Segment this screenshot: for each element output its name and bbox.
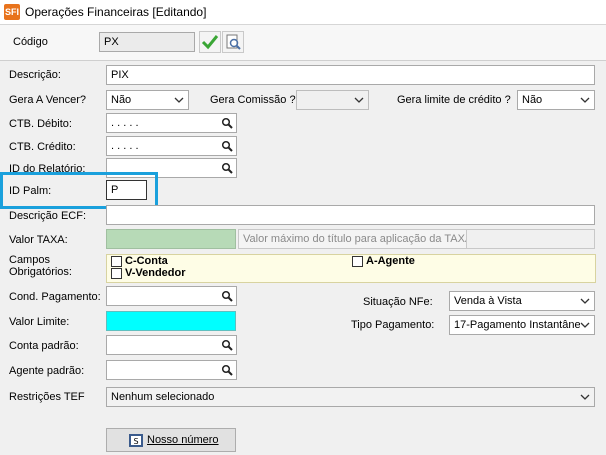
tipo-pagamento-select[interactable]: 17-Pagamento Instantâne	[449, 315, 595, 335]
ctb-debito-label: CTB. Débito:	[9, 118, 72, 130]
situacao-nfe-select[interactable]: Venda à Vista	[449, 291, 595, 311]
nosso-numero-button[interactable]: S Nosso número	[106, 428, 236, 452]
search-icon[interactable]	[221, 162, 233, 174]
barcode-icon: S	[129, 434, 143, 447]
codigo-input[interactable]: PX	[99, 32, 195, 52]
chevron-down-icon	[580, 97, 590, 103]
restricoes-tef-value: Nenhum selecionado	[111, 391, 215, 403]
tipo-pagamento-label: Tipo Pagamento:	[351, 319, 435, 331]
conta-padrao-input[interactable]	[106, 335, 237, 355]
checkbox-v-vendedor[interactable]	[111, 268, 122, 279]
gera-limite-value: Não	[522, 94, 543, 106]
search-icon[interactable]	[221, 364, 233, 376]
campos-obrigatorios-label-1: Campos	[9, 254, 50, 266]
agente-padrao-input[interactable]	[106, 360, 237, 380]
gera-comissao-label: Gera Comissão ?	[210, 94, 296, 106]
chevron-down-icon	[354, 97, 364, 103]
id-palm-label: ID Palm:	[9, 185, 52, 197]
valor-taxa-label: Valor TAXA:	[9, 234, 68, 246]
checkbox-c-conta-label: C-Conta	[125, 255, 168, 267]
ctb-debito-input[interactable]: . . . . .	[106, 113, 237, 133]
search-icon[interactable]	[221, 290, 233, 302]
nosso-numero-label: Nosso número	[147, 434, 219, 446]
valor-taxa-input[interactable]	[106, 229, 236, 249]
checkmark-icon	[201, 35, 219, 50]
search-document-button[interactable]	[222, 31, 244, 53]
checkbox-a-agente[interactable]	[352, 256, 363, 267]
gera-limite-select[interactable]: Não	[517, 90, 595, 110]
ctb-debito-value: . . . . .	[111, 117, 139, 129]
valor-maximo-input[interactable]	[466, 229, 595, 249]
cond-pagamento-label: Cond. Pagamento:	[9, 291, 101, 303]
document-search-icon	[226, 34, 241, 50]
svg-text:S: S	[133, 437, 138, 446]
gera-comissao-select[interactable]	[296, 90, 369, 110]
descricao-ecf-input[interactable]	[106, 205, 595, 225]
chevron-down-icon	[580, 298, 590, 304]
descricao-input[interactable]: PIX	[106, 65, 595, 85]
restricoes-tef-select[interactable]: Nenhum selecionado	[106, 387, 595, 407]
ctb-credito-label: CTB. Crédito:	[9, 141, 76, 153]
valor-maximo-label: Valor máximo do título para aplicação da…	[243, 233, 476, 245]
gera-vencer-label: Gera A Vencer?	[9, 94, 87, 106]
valor-limite-label: Valor Limite:	[9, 316, 70, 328]
cond-pagamento-input[interactable]	[106, 286, 237, 306]
situacao-nfe-label: Situação NFe:	[363, 296, 433, 308]
ctb-credito-value: . . . . .	[111, 140, 139, 152]
checkbox-v-vendedor-label: V-Vendedor	[125, 267, 186, 279]
descricao-ecf-label: Descrição ECF:	[9, 210, 87, 222]
agente-padrao-label: Agente padrão:	[9, 365, 85, 377]
search-icon[interactable]	[221, 140, 233, 152]
conta-padrao-label: Conta padrão:	[9, 340, 79, 352]
confirm-button[interactable]	[199, 31, 221, 53]
gera-vencer-value: Não	[111, 94, 132, 106]
gera-vencer-select[interactable]: Não	[106, 90, 189, 110]
checkbox-c-conta[interactable]	[111, 256, 122, 267]
id-palm-input[interactable]: P	[106, 180, 147, 200]
app-logo: SFI	[4, 4, 20, 20]
codigo-panel: Código PX	[0, 25, 606, 61]
chevron-down-icon	[580, 394, 590, 400]
tipo-pagamento-value: 17-Pagamento Instantâne	[454, 319, 581, 331]
campos-obrigatorios-label-2: Obrigatórios:	[9, 266, 72, 278]
title-bar: SFI Operações Financeiras [Editando]	[0, 0, 606, 25]
codigo-label: Código	[13, 36, 48, 48]
search-icon[interactable]	[221, 339, 233, 351]
valor-limite-input[interactable]	[106, 311, 236, 331]
gera-limite-label: Gera limite de crédito ?	[397, 94, 511, 106]
chevron-down-icon	[174, 97, 184, 103]
window-title: Operações Financeiras [Editando]	[25, 5, 207, 19]
situacao-nfe-value: Venda à Vista	[454, 295, 522, 307]
checkbox-a-agente-label: A-Agente	[366, 255, 415, 267]
search-icon[interactable]	[221, 117, 233, 129]
restricoes-tef-label: Restrições TEF	[9, 391, 85, 403]
ctb-credito-input[interactable]: . . . . .	[106, 136, 237, 156]
descricao-label: Descrição:	[9, 69, 61, 81]
chevron-down-icon	[580, 321, 590, 329]
